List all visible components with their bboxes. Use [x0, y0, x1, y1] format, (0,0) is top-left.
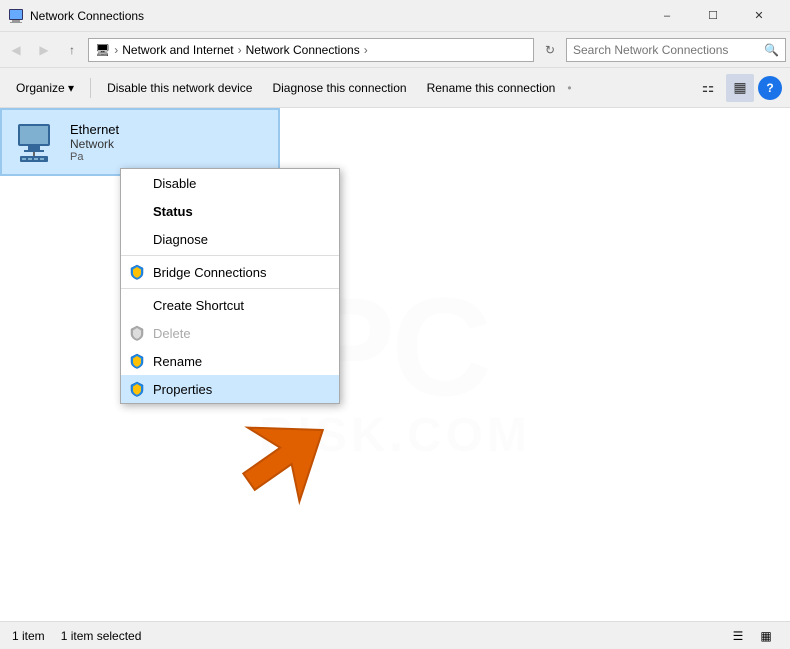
- menu-sep-1: [121, 255, 339, 256]
- breadcrumb-sep1: ›: [238, 43, 242, 57]
- window-icon: [8, 8, 24, 24]
- refresh-button[interactable]: ↻: [538, 38, 562, 62]
- ethernet-info: Ethernet Network Pa: [70, 122, 119, 163]
- status-bar: 1 item 1 item selected ☰ ▦: [0, 621, 790, 649]
- minimize-button[interactable]: –: [644, 0, 690, 32]
- menu-item-shortcut[interactable]: Create Shortcut: [121, 291, 339, 319]
- breadcrumb-item1[interactable]: Network and Internet: [122, 43, 233, 57]
- organize-button[interactable]: Organize ▾: [8, 73, 82, 103]
- bridge-shield-icon: [129, 264, 145, 280]
- breadcrumb-item2[interactable]: Network Connections: [246, 43, 360, 57]
- watermark: PC RISK.COM: [0, 108, 790, 621]
- diagnose-label: Diagnose: [153, 232, 208, 247]
- breadcrumb-sep2: ›: [364, 43, 368, 57]
- up-button[interactable]: ↑: [60, 38, 84, 62]
- search-icon: 🔍: [764, 43, 779, 57]
- toolbar-right: ⚏ ▦ ?: [694, 74, 782, 102]
- disable-label: Disable: [153, 176, 196, 191]
- window-title: Network Connections: [30, 9, 644, 23]
- address-bar: ◀ ▶ ↑ 🖥 › Network and Internet › Network…: [0, 32, 790, 68]
- ethernet-status: Pa: [70, 151, 119, 163]
- breadcrumb-home-icon: 🖥: [95, 43, 110, 57]
- toolbar: Organize ▾ Disable this network device D…: [0, 68, 790, 108]
- ethernet-icon: [14, 118, 62, 166]
- disable-button[interactable]: Disable this network device: [99, 73, 260, 103]
- search-box[interactable]: 🔍: [566, 38, 786, 62]
- item-count: 1 item: [12, 629, 45, 643]
- menu-item-delete: Delete: [121, 319, 339, 347]
- menu-item-bridge[interactable]: Bridge Connections: [121, 258, 339, 286]
- properties-label: Properties: [153, 382, 212, 397]
- rename-shield-icon: [129, 353, 145, 369]
- view-icon-button1[interactable]: ⚏: [694, 74, 722, 102]
- ethernet-name: Ethernet: [70, 122, 119, 137]
- status-view-btn2[interactable]: ▦: [754, 626, 778, 646]
- status-bar-right: ☰ ▦: [726, 626, 778, 646]
- window-controls: – ☐ ✕: [644, 0, 782, 32]
- toolbar-sep1: [90, 78, 91, 98]
- view-icon-button2[interactable]: ▦: [726, 74, 754, 102]
- menu-item-properties[interactable]: Properties: [121, 375, 339, 403]
- properties-shield-icon: [129, 381, 145, 397]
- breadcrumb[interactable]: 🖥 › Network and Internet › Network Conne…: [88, 38, 534, 62]
- rename-button[interactable]: Rename this connection: [419, 73, 564, 103]
- ethernet-type: Network: [70, 137, 119, 151]
- title-bar: Network Connections – ☐ ✕: [0, 0, 790, 32]
- menu-item-rename[interactable]: Rename: [121, 347, 339, 375]
- rename-label: Rename: [153, 354, 202, 369]
- bridge-label: Bridge Connections: [153, 265, 266, 280]
- help-button[interactable]: ?: [758, 76, 782, 100]
- status-view-btn1[interactable]: ☰: [726, 626, 750, 646]
- diagnose-button[interactable]: Diagnose this connection: [264, 73, 414, 103]
- shortcut-label: Create Shortcut: [153, 298, 244, 313]
- search-input[interactable]: [573, 43, 764, 57]
- toolbar-dot-sep: •: [567, 81, 571, 95]
- close-button[interactable]: ✕: [736, 0, 782, 32]
- ethernet-item[interactable]: Ethernet Network Pa: [0, 108, 280, 176]
- delete-label: Delete: [153, 326, 191, 341]
- delete-shield-icon: [129, 325, 145, 341]
- breadcrumb-sep0: ›: [114, 43, 118, 57]
- menu-item-status[interactable]: Status: [121, 197, 339, 225]
- forward-button[interactable]: ▶: [32, 38, 56, 62]
- maximize-button[interactable]: ☐: [690, 0, 736, 32]
- item-selected: 1 item selected: [61, 629, 142, 643]
- main-content: PC RISK.COM Ethernet Network Pa: [0, 108, 790, 621]
- menu-sep-2: [121, 288, 339, 289]
- back-button[interactable]: ◀: [4, 38, 28, 62]
- menu-item-diagnose[interactable]: Diagnose: [121, 225, 339, 253]
- menu-item-disable[interactable]: Disable: [121, 169, 339, 197]
- status-label: Status: [153, 204, 193, 219]
- context-menu: Disable Status Diagnose Bridge Connectio…: [120, 168, 340, 404]
